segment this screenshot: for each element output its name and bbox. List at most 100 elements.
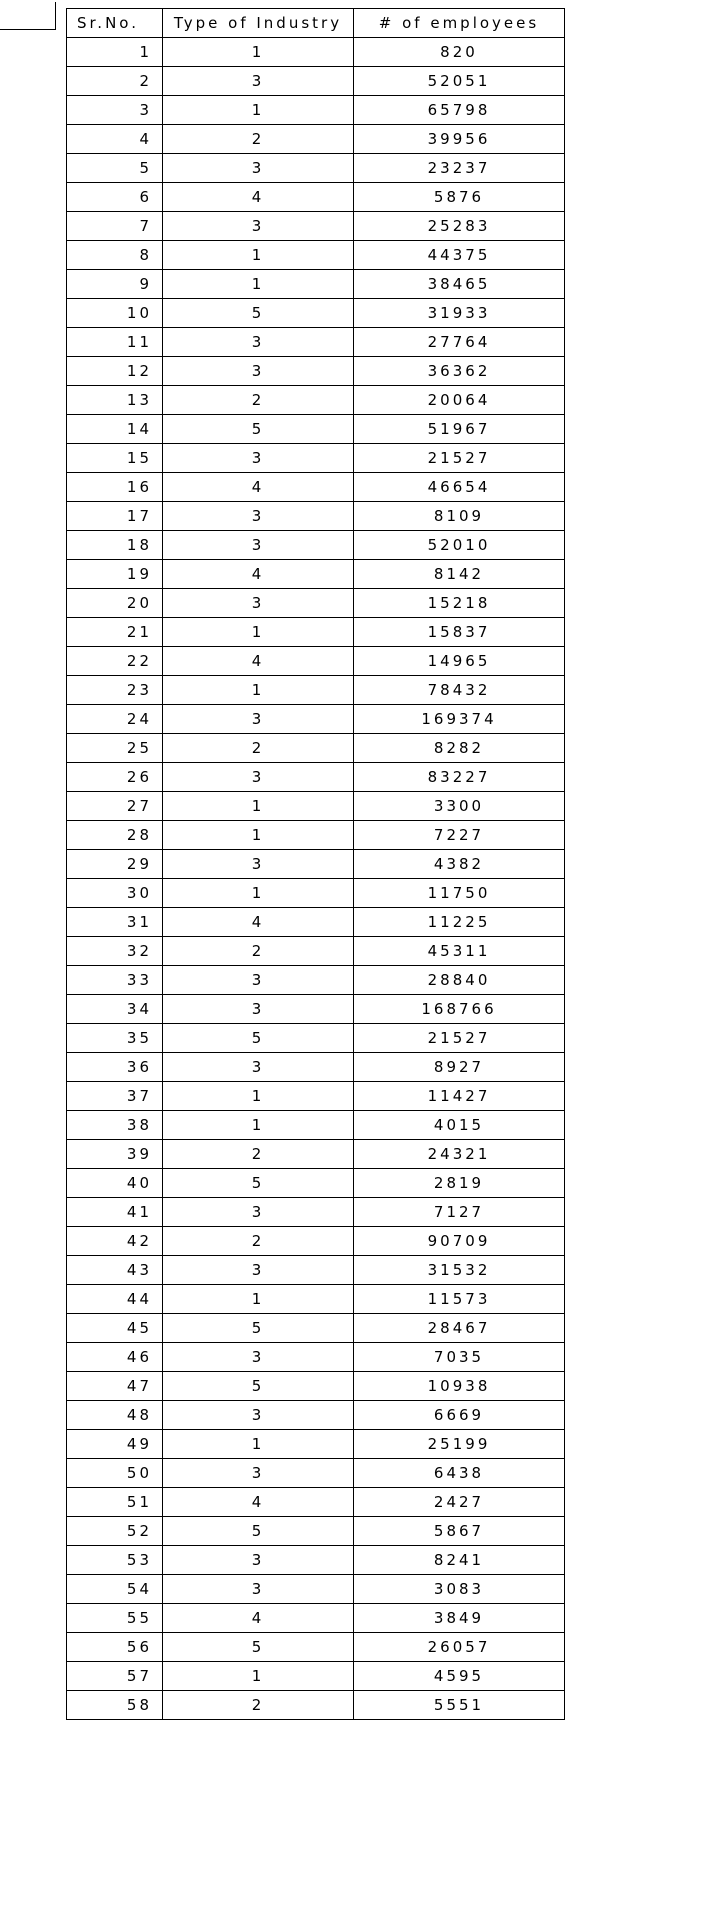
cell-srno: 40 [67,1169,163,1198]
cell-srno: 27 [67,792,163,821]
cell-srno: 34 [67,995,163,1024]
cell-srno: 45 [67,1314,163,1343]
cell-srno: 28 [67,821,163,850]
cell-srno: 55 [67,1604,163,1633]
cell-srno: 6 [67,183,163,212]
cell-employees: 820 [354,38,565,67]
cell-employees: 28467 [354,1314,565,1343]
table-row: 7325283 [67,212,565,241]
table-row: 49125199 [67,1430,565,1459]
cell-industry: 2 [163,1691,354,1720]
cell-employees: 24321 [354,1140,565,1169]
table-row: 45528467 [67,1314,565,1343]
cell-employees: 52051 [354,67,565,96]
cell-industry: 4 [163,1604,354,1633]
cell-srno: 5 [67,154,163,183]
table-row: 1738109 [67,502,565,531]
table-row: 18352010 [67,531,565,560]
cell-employees: 15837 [354,618,565,647]
cell-srno: 56 [67,1633,163,1662]
cell-employees: 5551 [354,1691,565,1720]
cell-industry: 1 [163,270,354,299]
cell-employees: 52010 [354,531,565,560]
cell-industry: 3 [163,357,354,386]
table-row: 5825551 [67,1691,565,1720]
table-row: 4836669 [67,1401,565,1430]
cell-srno: 17 [67,502,163,531]
cell-srno: 26 [67,763,163,792]
cell-employees: 25283 [354,212,565,241]
cell-srno: 21 [67,618,163,647]
cell-industry: 3 [163,328,354,357]
cell-srno: 8 [67,241,163,270]
cell-employees: 83227 [354,763,565,792]
table-row: 3165798 [67,96,565,125]
cell-industry: 3 [163,1546,354,1575]
cell-industry: 3 [163,1256,354,1285]
cell-srno: 3 [67,96,163,125]
cell-industry: 3 [163,1343,354,1372]
cell-employees: 8282 [354,734,565,763]
table-row: 2528282 [67,734,565,763]
cell-employees: 2819 [354,1169,565,1198]
cell-employees: 44375 [354,241,565,270]
cell-industry: 3 [163,444,354,473]
cell-srno: 7 [67,212,163,241]
table-row: 5036438 [67,1459,565,1488]
cell-srno: 11 [67,328,163,357]
table-row: 4137127 [67,1198,565,1227]
cell-srno: 44 [67,1285,163,1314]
cell-employees: 8241 [354,1546,565,1575]
cell-srno: 19 [67,560,163,589]
table-row: 3638927 [67,1053,565,1082]
cell-employees: 7127 [354,1198,565,1227]
cell-employees: 3300 [354,792,565,821]
cell-industry: 3 [163,850,354,879]
cell-srno: 46 [67,1343,163,1372]
cell-employees: 6438 [354,1459,565,1488]
cell-industry: 5 [163,415,354,444]
cell-industry: 4 [163,183,354,212]
cell-industry: 5 [163,1372,354,1401]
table-row: 5433083 [67,1575,565,1604]
cell-employees: 23237 [354,154,565,183]
cell-employees: 5867 [354,1517,565,1546]
cell-industry: 2 [163,1140,354,1169]
cell-srno: 53 [67,1546,163,1575]
cell-industry: 1 [163,879,354,908]
cell-industry: 1 [163,241,354,270]
cell-employees: 90709 [354,1227,565,1256]
cell-employees: 11750 [354,879,565,908]
cell-industry: 3 [163,995,354,1024]
cell-srno: 4 [67,125,163,154]
cell-srno: 15 [67,444,163,473]
table-row: 14551967 [67,415,565,444]
table-row: 30111750 [67,879,565,908]
cell-srno: 12 [67,357,163,386]
cell-industry: 3 [163,67,354,96]
cell-industry: 3 [163,502,354,531]
cell-srno: 20 [67,589,163,618]
cell-industry: 1 [163,792,354,821]
col-header-industry: Type of Industry [163,9,354,38]
cell-industry: 1 [163,1285,354,1314]
cell-employees: 65798 [354,96,565,125]
table-head: Sr.No. Type of Industry # of employees [67,9,565,38]
cell-industry: 3 [163,1401,354,1430]
table-row: 5714595 [67,1662,565,1691]
cell-srno: 35 [67,1024,163,1053]
cell-industry: 4 [163,473,354,502]
cell-employees: 11427 [354,1082,565,1111]
table-row: 343168766 [67,995,565,1024]
cell-srno: 37 [67,1082,163,1111]
cell-industry: 1 [163,38,354,67]
table-row: 20315218 [67,589,565,618]
cell-employees: 45311 [354,937,565,966]
cell-srno: 32 [67,937,163,966]
table-row: 5323237 [67,154,565,183]
cell-srno: 39 [67,1140,163,1169]
cell-employees: 78432 [354,676,565,705]
table-row: 16446654 [67,473,565,502]
cell-srno: 42 [67,1227,163,1256]
cell-srno: 24 [67,705,163,734]
